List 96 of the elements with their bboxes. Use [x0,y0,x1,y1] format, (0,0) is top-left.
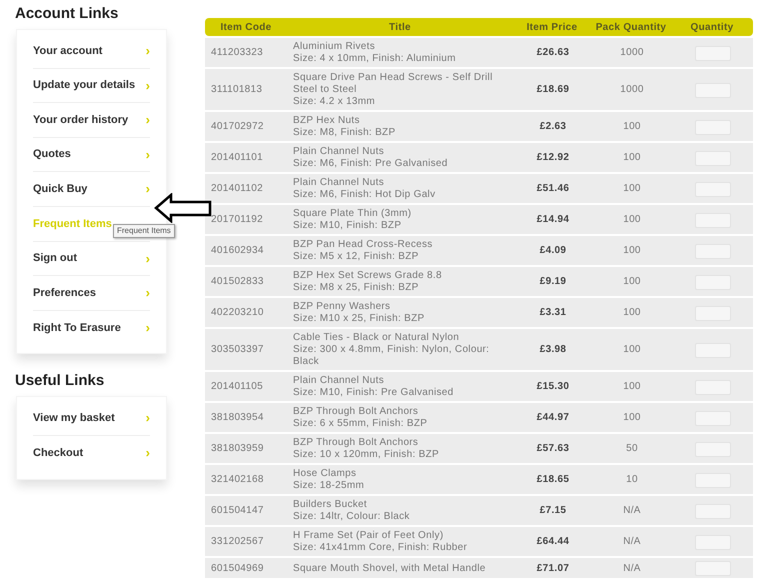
sidebar-link[interactable]: Quick Buy › [33,172,150,207]
item-price: £7.15 [513,496,591,525]
item-title: Builders Bucket Size: 14ltr, Colour: Black [287,496,513,525]
chevron-icon: › [146,248,150,268]
column-header: Title [287,18,513,36]
pack-quantity: 10 [591,465,671,494]
item-code: 401702972 [205,112,287,141]
item-code: 303503397 [205,329,287,370]
item-title: BZP Hex Nuts Size: M8, Finish: BZP [287,112,513,141]
item-price: £64.44 [513,527,591,556]
item-price: £2.63 [513,112,591,141]
column-header: Quantity [671,18,753,36]
pack-quantity: 100 [591,403,671,432]
item-price: £4.09 [513,236,591,265]
sidebar-link[interactable]: Update your details › [33,68,150,104]
sidebar-link[interactable]: Right To Erasure › [33,310,150,346]
item-price: £3.98 [513,329,591,370]
chevron-icon: › [146,408,150,428]
section-heading: Account Links [15,5,120,23]
pack-quantity: 50 [591,434,671,463]
item-code: 411203323 [205,38,287,67]
pack-quantity: 100 [591,112,671,141]
sidebar-link[interactable]: Checkout › [33,436,150,471]
column-header: Item Code [205,18,287,36]
pack-quantity: 100 [591,143,671,172]
item-price: £14.94 [513,205,591,234]
item-code: 201401101 [205,143,287,172]
item-code: 401502833 [205,267,287,296]
chevron-icon: › [146,318,150,338]
chevron-icon: › [146,283,150,303]
item-title: Square Plate Thin (3mm) Size: M10, Finish: BZP [287,205,513,234]
pack-quantity: N/A [591,496,671,525]
item-title: BZP Pan Head Cross-Recess Size: M5 x 12, Finish: BZP [287,236,513,265]
item-title: Square Drive Pan Head Screws - Self Drill Steel to Steel Size: 4.2 x 13mm [287,69,513,110]
item-price: £12.92 [513,143,591,172]
item-title: Hose Clamps Size: 18-25mm [287,465,513,494]
sidebar-link[interactable]: Quotes › [33,138,150,172]
pack-quantity: N/A [591,558,671,578]
chevron-icon: › [146,76,150,96]
pack-quantity: 100 [591,205,671,234]
item-code: 401602934 [205,236,287,265]
sidebar-link[interactable]: Your order history › [33,103,150,138]
item-price: £71.07 [513,558,591,578]
chevron-icon: › [146,144,150,164]
item-title: BZP Hex Set Screws Grade 8.8 Size: M8 x 25, Finish: BZP [287,267,513,296]
item-code: 381803959 [205,434,287,463]
item-price: £26.63 [513,38,591,67]
item-code: 321402168 [205,465,287,494]
item-price: £18.65 [513,465,591,494]
chevron-icon: › [146,179,150,199]
column-header: Item Price [513,18,591,36]
sidebar-link[interactable]: Preferences › [33,276,150,311]
item-price: £3.31 [513,298,591,327]
item-title: Plain Channel Nuts Size: M6, Finish: Hot Dip Galv [287,174,513,203]
item-code: 601504147 [205,496,287,525]
item-title: H Frame Set (Pair of Feet Only) Size: 41x41mm Core, Finish: Rubber [287,527,513,556]
pack-quantity: 100 [591,329,671,370]
item-title: BZP Penny Washers Size: M10 x 25, Finish: BZP [287,298,513,327]
column-header: Pack Quantity [591,18,671,36]
item-code: 601504969 [205,558,287,578]
item-title: BZP Through Bolt Anchors Size: 10 x 120mm, Finish: BZP [287,434,513,463]
sidebar-link[interactable]: Your account › [33,34,150,69]
item-code: 331202567 [205,527,287,556]
pack-quantity: N/A [591,527,671,556]
item-code: 201401102 [205,174,287,203]
tooltip: Frequent Items [113,224,175,238]
item-price: £9.19 [513,267,591,296]
item-title: Cable Ties - Black or Natural Nylon Size: 300 x 4.8mm, Finish: Nylon, Colour: Black [287,329,513,370]
item-code: 201401105 [205,372,287,401]
sidebar-link[interactable]: Sign out › [33,242,150,276]
chevron-icon: › [146,110,150,130]
item-code: 311101813 [205,69,287,110]
item-code: 381803954 [205,403,287,432]
pack-quantity: 100 [591,236,671,265]
chevron-icon: › [146,443,150,463]
section-heading: Useful Links [15,372,106,390]
item-code: 201701192 [205,205,287,234]
item-price: £57.63 [513,434,591,463]
sidebar-link[interactable]: View my basket › [33,401,150,436]
item-title: Plain Channel Nuts Size: M6, Finish: Pre Galvanised [287,143,513,172]
pack-quantity: 100 [591,267,671,296]
pack-quantity: 100 [591,372,671,401]
chevron-icon: › [146,41,150,61]
pack-quantity: 1000 [591,69,671,110]
item-title: Square Mouth Shovel, with Metal Handle [287,558,513,578]
pack-quantity: 100 [591,298,671,327]
item-code: 402203210 [205,298,287,327]
item-title: Plain Channel Nuts Size: M10, Finish: Pre Galvanised [287,372,513,401]
item-price: £15.30 [513,372,591,401]
pack-quantity: 1000 [591,38,671,67]
item-title: BZP Through Bolt Anchors Size: 6 x 55mm, Finish: BZP [287,403,513,432]
item-price: £18.69 [513,69,591,110]
item-title: Aluminium Rivets Size: 4 x 10mm, Finish: Aluminium [287,38,513,67]
pack-quantity: 100 [591,174,671,203]
item-price: £44.97 [513,403,591,432]
item-price: £51.46 [513,174,591,203]
